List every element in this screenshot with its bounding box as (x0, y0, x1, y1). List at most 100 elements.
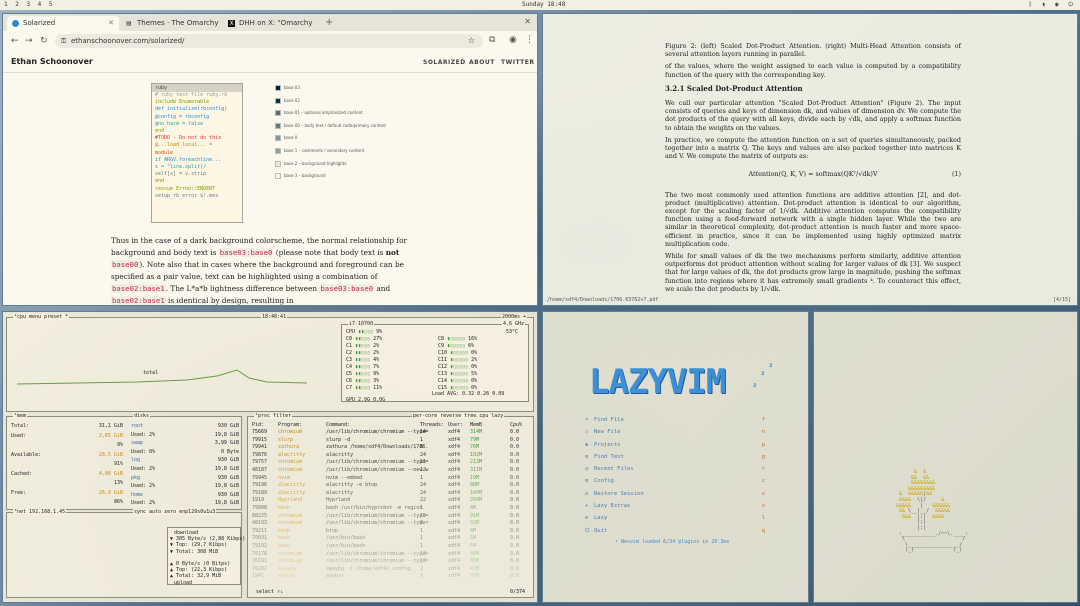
code-line: end (155, 128, 165, 135)
new-file-icon: ▫ (585, 429, 589, 436)
menu-item-restore-session[interactable]: ↺ Restore Session s (585, 491, 765, 503)
swatch-color (275, 148, 281, 154)
menu-item-recent-files[interactable]: ◷ Recent Files r (585, 466, 765, 478)
core-label: CPU (346, 329, 356, 335)
swatch-label: base 01 – optional emphasized content (284, 110, 363, 116)
tab-dhh[interactable]: X DHH on X: "Omarchy (223, 16, 323, 31)
code-line: x = "line.split(/ (155, 164, 207, 171)
disk-label: Used: 2% (131, 500, 156, 507)
proc-col-header[interactable]: Command: (326, 422, 350, 428)
net-stat-row: upload (174, 579, 193, 586)
swatch-label: base 03 (284, 85, 300, 90)
menu-item-config[interactable]: ⚙ Config c (585, 478, 765, 490)
core-bar: ▮▯▯▯▯▯ (444, 336, 469, 342)
code-line: if ARGV.foreachline... (155, 156, 222, 163)
nav-twitter[interactable]: TWITTER (501, 59, 535, 66)
proc-cell: 1 (420, 543, 424, 549)
proc-cell: 24 (420, 482, 427, 489)
profile-icon[interactable]: ◉ (509, 35, 517, 45)
url-input[interactable]: ⚿ ethanschoonover.com/solarized/ ☆ (55, 34, 483, 48)
menu-item-find-text[interactable]: ≡ Find Text g (585, 454, 765, 466)
lazyvim-logo: LAZYVIM z z z (589, 362, 773, 402)
proc-cell: 0.0 (510, 489, 520, 496)
nav-solarized[interactable]: SOLARIZED (423, 59, 466, 66)
proc-cell: chromium (278, 558, 303, 565)
back-icon[interactable]: ← (11, 36, 19, 46)
net-box: ³net 192.168.1.45 sync auto zero enp129s… (6, 509, 246, 598)
pdf-paragraph: The two most commonly used attention fun… (665, 190, 961, 248)
code-line: setup_rb_error $!.mes (155, 192, 219, 199)
extensions-icon[interactable]: ⧉ (489, 35, 495, 45)
pdf-paragraph: While for small values of dk the two mec… (665, 252, 961, 293)
window-close-icon[interactable]: ✕ (524, 17, 531, 26)
site-brand[interactable]: Ethan Schoonover (11, 57, 93, 66)
nav-about[interactable]: ABOUT (469, 59, 495, 66)
net-stat-row: ▼ 305 Byte/s (2,88 Kibps) (170, 536, 246, 543)
proc-cell: 79757 (252, 459, 268, 466)
proc-col-header[interactable]: Threads: (420, 422, 444, 428)
proc-col-header[interactable]: User: (448, 422, 463, 428)
close-tab-icon[interactable]: ✕ (108, 19, 114, 27)
proc-cell: 9 (420, 573, 424, 580)
proc-cell: 1 (420, 505, 424, 511)
proc-cell: waybar (278, 573, 297, 580)
menu-icon[interactable]: ⋮ (525, 35, 534, 45)
mem-row: Used: 2,65 GiB (11, 433, 123, 439)
site-header: Ethan Schoonover SOLARIZED ABOUT TWITTER (3, 51, 537, 73)
code-line: def initialize(rbconfig) (155, 106, 228, 113)
mem-value: 9% (116, 442, 123, 448)
mem-label: Cached: (11, 470, 33, 477)
cpu-cores-panel: i7-10700 4.6 GHz CPU ▮▮▯▯▯ 9% 53°C C0 ▮▮▯▯… (341, 321, 529, 403)
proc-col-header[interactable]: Program: (278, 422, 302, 428)
disk-row: Used: 2% 19,8 GiB (131, 466, 239, 472)
disk-label: Used: 2% (131, 483, 156, 490)
menu-item-new-file[interactable]: ▫ New File n (585, 429, 765, 441)
menu-item-find-file[interactable]: ⌕ Find File f (585, 417, 765, 429)
proc-cell: 311M (470, 467, 483, 473)
core-label: C14 (438, 378, 448, 384)
section-heading: 3.2.1 Scaled Dot-Product Attention (665, 83, 803, 93)
proc-cell: chromium (278, 459, 303, 466)
mem-row: Cached: 4,06 GiB (11, 471, 123, 477)
code-window-title: ruby (152, 84, 242, 92)
proc-cell: 0.0 (510, 573, 520, 580)
cpu-core-row: C14 ▮▯▯▯▯▯ 0% (438, 378, 477, 384)
proc-col-header[interactable]: Cpu% (510, 422, 522, 428)
startup-stats: ⚡ Neovim loaded 6/34 plugins in 20.3ms (615, 539, 730, 545)
proc-cell: chromium (278, 512, 303, 519)
proc-cell: 79941 (252, 444, 268, 451)
menu-item-lazy-extras[interactable]: ✦ Lazy Extras x (585, 503, 765, 515)
menu-item-projects[interactable]: ▪ Projects p (585, 442, 765, 454)
site-info-icon[interactable]: ⚿ (61, 37, 66, 46)
core-pct: 16% (468, 336, 478, 342)
proc-cell: xdf4 (448, 444, 461, 451)
new-tab-button[interactable]: + (325, 17, 333, 28)
code-line: @config = rbconfig (155, 113, 210, 120)
menu-item-lazy[interactable]: ⊙ Lazy l (585, 515, 765, 527)
bookmark-star-icon[interactable]: ☆ (468, 36, 475, 45)
proc-cell: 13 (420, 550, 427, 557)
swatch-color (275, 85, 281, 91)
proc-cell: 88M (470, 482, 480, 489)
system-tray[interactable]: ᛒ ◖ ◉ ⏻ (1029, 1, 1076, 9)
quit-icon: ⏻ (585, 527, 590, 534)
proc-col-header[interactable]: MemB (470, 422, 482, 428)
mem-value: 4,06 GiB (98, 470, 123, 477)
reload-icon[interactable]: ↻ (40, 36, 48, 46)
core-pct: 7% (373, 364, 380, 370)
core-bar: ▮▮▯▯▯ (352, 378, 374, 384)
tab-solarized[interactable]: Solarized ✕ (7, 16, 119, 31)
workspace-indicators[interactable]: 1 2 3 4 5 (4, 1, 55, 8)
pdf-paragraph: of the values, where the weight assigned… (665, 62, 961, 79)
proc-col-header[interactable]: Pid: (252, 422, 264, 428)
clock[interactable]: Sunday 18:48 (522, 1, 565, 8)
mem-value: 91% (113, 461, 123, 467)
proc-cell: 79189 (252, 489, 268, 496)
tab-themes[interactable]: ▤ Themes · The Omarchy (121, 16, 221, 31)
proc-cell: btop (326, 527, 339, 534)
disk-label: Used: 0% (131, 448, 156, 455)
proc-cell: 42M (470, 565, 480, 572)
menu-item-key: n (761, 429, 765, 436)
forward-icon[interactable]: → (25, 36, 33, 46)
menu-item-key: s (761, 490, 765, 497)
